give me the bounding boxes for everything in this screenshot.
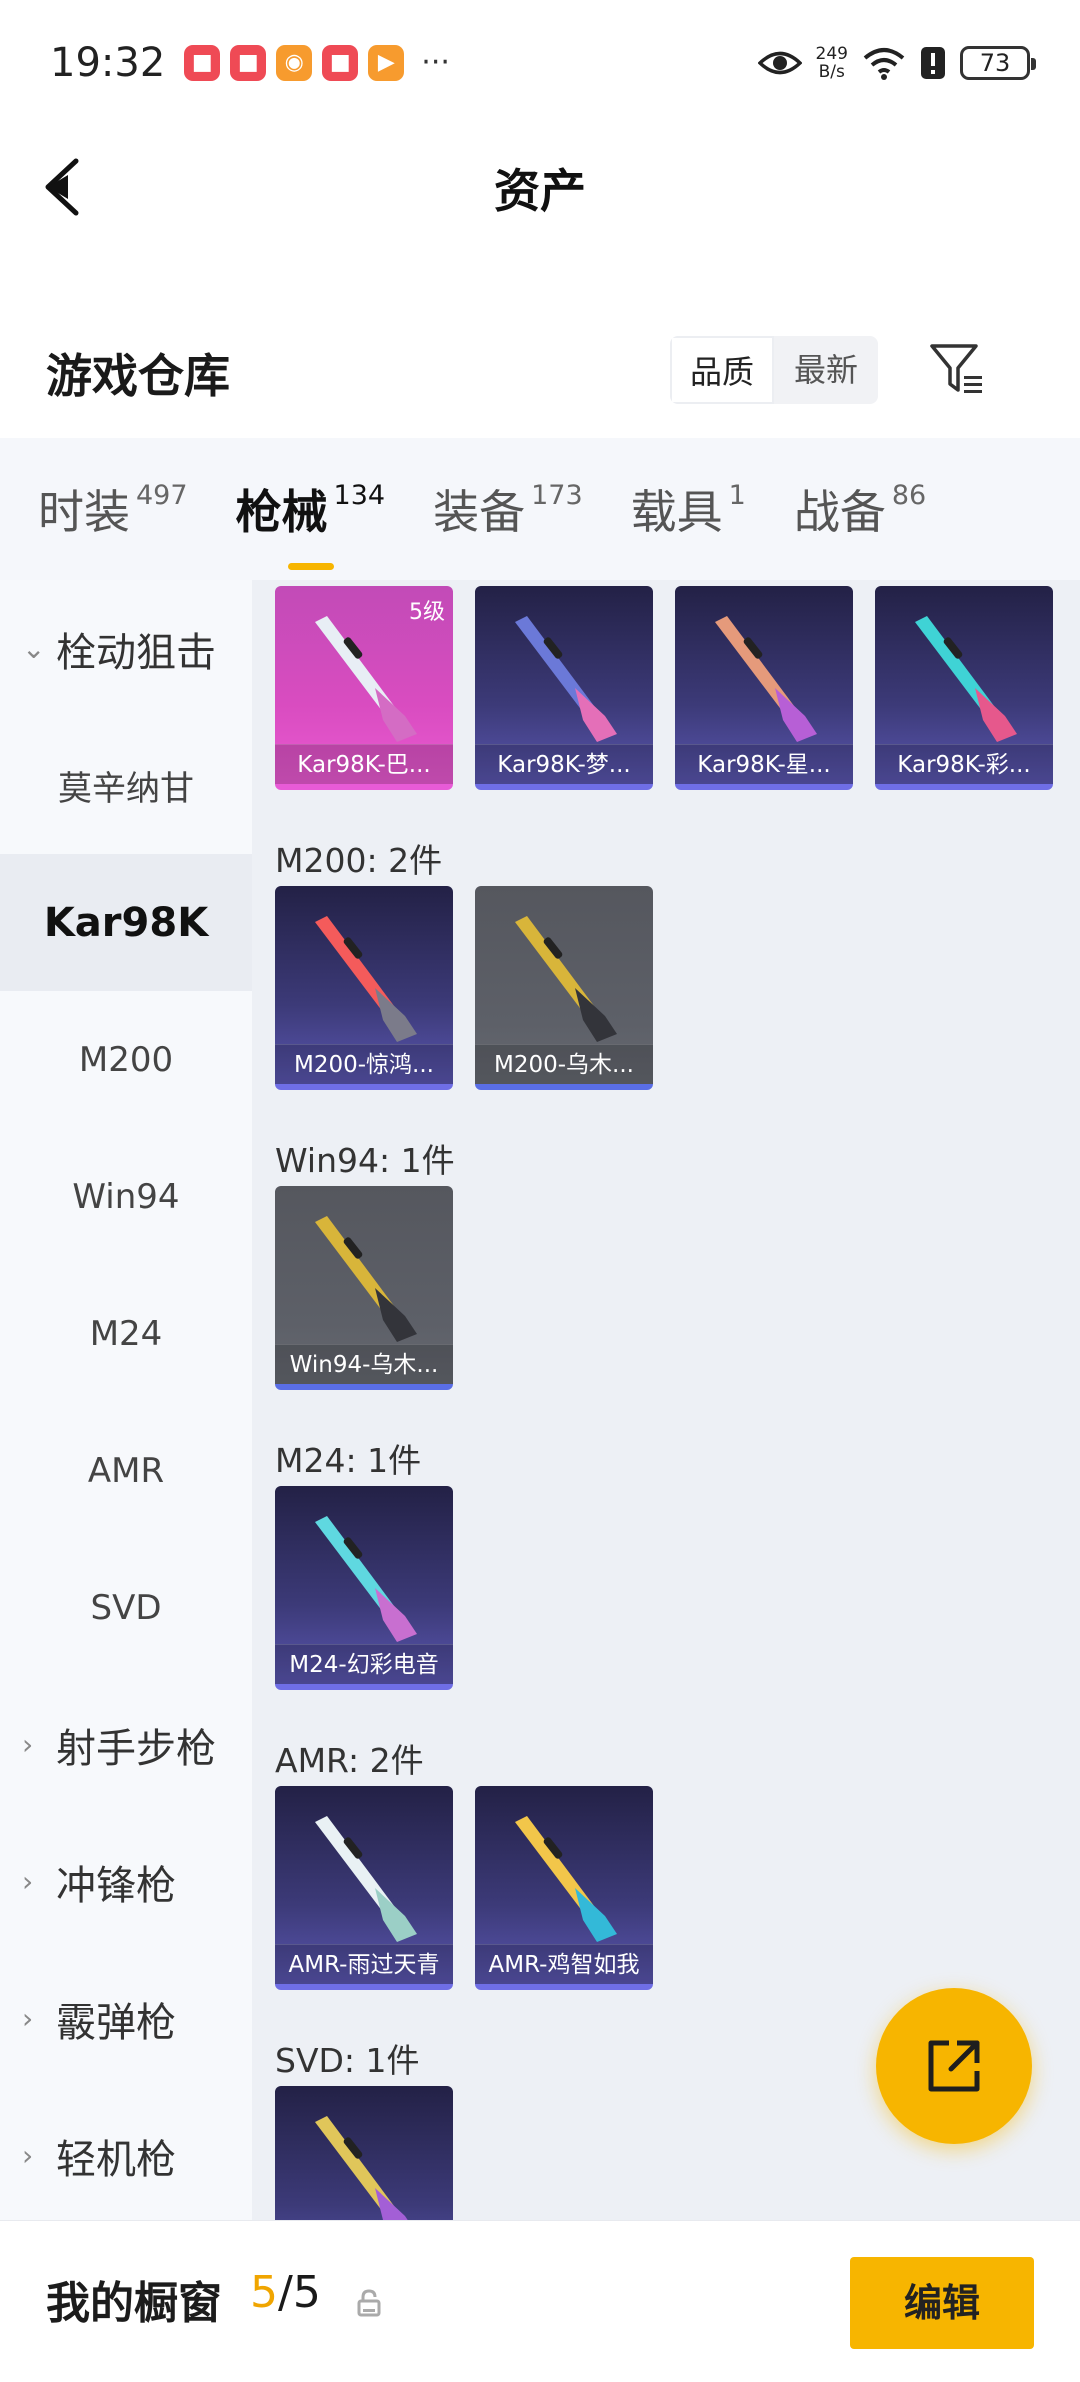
weapon-card-name: Kar98K-星... <box>675 744 853 784</box>
group-label: Win94: 1件 <box>275 1141 455 1180</box>
group-label: SVD: 1件 <box>275 2041 420 2080</box>
weapon-card-name: M24-幻彩电音 <box>275 1644 453 1684</box>
subnav-item-mosin[interactable]: 莫辛纳甘 <box>0 717 252 854</box>
subnav-item-kar98k[interactable]: Kar98K <box>0 854 252 991</box>
warehouse-header: 游戏仓库 <box>0 310 1080 430</box>
weapon-card-name: Kar98K-彩... <box>875 744 1053 784</box>
network-speed: 249 B/s <box>815 43 848 82</box>
status-bar: 19:32 ■ ■ ◉ ■ ▶ ··· 249 B/s 73 <box>0 0 1080 125</box>
weapon-card-name: AMR-鸡智如我 <box>475 1944 653 1984</box>
lock-icon <box>357 2289 381 2317</box>
rifle-icon <box>915 616 1017 742</box>
weapon-card[interactable]: M24-幻彩电音 <box>275 1486 453 1690</box>
status-time: 19:32 <box>50 39 166 86</box>
subnav-group-smg[interactable]: › 冲锋枪 <box>0 1813 252 1950</box>
section-title: 游戏仓库 <box>46 349 230 403</box>
more-notifications-icon: ··· <box>421 45 450 80</box>
subnav-group-bolt-action[interactable]: ⌄ 栓动狙击 <box>0 580 252 717</box>
rifle-icon <box>515 616 617 742</box>
rifle-icon <box>315 1816 417 1942</box>
sort-option-latest[interactable]: 最新 <box>774 336 878 404</box>
play-app-icon: ▶ <box>368 44 405 81</box>
filter-icon[interactable] <box>928 340 988 400</box>
weapon-type-nav: ⌄ 栓动狙击 莫辛纳甘 Kar98K M200 Win94 M24 AMR SVD… <box>0 580 252 2220</box>
shopping-app-icon: ■ <box>230 44 267 81</box>
group-label: M24: 1件 <box>275 1441 422 1480</box>
weapon-card-name: M200-乌木... <box>475 1044 653 1084</box>
weapon-card-name: AMR-雨过天青 <box>275 1944 453 1984</box>
chevron-right-icon: › <box>22 1728 34 1761</box>
rifle-icon <box>715 616 817 742</box>
edit-button[interactable]: 编辑 <box>850 2257 1034 2349</box>
weapon-card[interactable]: Win94-乌木... <box>275 1186 453 1390</box>
weapon-card[interactable]: Kar98K-彩... <box>875 586 1053 790</box>
weapon-card[interactable]: Kar98K-梦... <box>475 586 653 790</box>
alert-icon <box>921 46 945 79</box>
tab-guns[interactable]: 枪械 134 <box>236 476 385 570</box>
weapon-card[interactable]: 5级 Kar98K-巴... <box>275 586 453 790</box>
rifle-icon <box>315 916 417 1042</box>
rifle-icon <box>315 2116 408 2220</box>
weapon-card[interactable]: M200-惊鸿... <box>275 886 453 1090</box>
weapon-card-name: Win94-乌木... <box>275 1344 453 1384</box>
weapon-card[interactable]: AMR-雨过天青 <box>275 1786 453 1990</box>
subnav-item-m24[interactable]: M24 <box>0 1265 252 1402</box>
battery-icon: 73 <box>960 45 1036 80</box>
chevron-down-icon: ⌄ <box>22 632 46 665</box>
rifle-icon <box>315 616 417 742</box>
chevron-right-icon: › <box>22 2139 34 2172</box>
showcase-count: 5/5 <box>250 2267 321 2318</box>
weapon-card[interactable]: AMR-鸡智如我 <box>475 1786 653 1990</box>
showcase-title: 我的橱窗 <box>46 2278 222 2329</box>
rifle-icon <box>315 1516 417 1642</box>
top-nav-bar: 资产 <box>0 125 1080 250</box>
rifle-icon <box>515 916 617 1042</box>
sort-option-quality[interactable]: 品质 <box>670 336 774 404</box>
group-label: M200: 2件 <box>275 841 443 880</box>
weapon-card[interactable]: M200-乌木... <box>475 886 653 1090</box>
game-controller-icon: ◉ <box>276 44 313 81</box>
subnav-group-marksman[interactable]: › 射手步枪 <box>0 1676 252 1813</box>
subnav-group-lmg[interactable]: › 轻机枪 <box>0 2087 252 2224</box>
back-arrow-icon[interactable] <box>40 155 90 219</box>
weapon-card[interactable] <box>275 2086 453 2220</box>
subnav-group-shotgun[interactable]: › 霰弹枪 <box>0 1950 252 2087</box>
subnav-item-amr[interactable]: AMR <box>0 1402 252 1539</box>
tab-supplies[interactable]: 战备 86 <box>794 476 926 542</box>
share-button[interactable] <box>876 1988 1032 2144</box>
chevron-right-icon: › <box>22 1865 34 1898</box>
chevron-right-icon: › <box>22 2002 34 2035</box>
subnav-item-svd[interactable]: SVD <box>0 1539 252 1676</box>
share-external-icon <box>928 2040 980 2092</box>
category-tabs: 时装 497 枪械 134 装备 173 载具 1 战备 86 <box>0 438 1080 580</box>
tab-fashion[interactable]: 时装 497 <box>38 476 188 542</box>
tab-equipment[interactable]: 装备 173 <box>433 476 583 542</box>
subnav-item-win94[interactable]: Win94 <box>0 1128 252 1265</box>
tab-vehicles[interactable]: 载具 1 <box>631 476 746 542</box>
subnav-item-m200[interactable]: M200 <box>0 991 252 1128</box>
sort-toggle: 品质 最新 <box>670 336 878 404</box>
weapon-card[interactable]: Kar98K-星... <box>675 586 853 790</box>
rifle-icon <box>315 1216 417 1342</box>
showcase-bar: 我的橱窗 5/5 编辑 <box>0 2220 1080 2382</box>
weapon-grid: 5级 Kar98K-巴... Kar98K-梦... Kar98K-星... Kar98… <box>252 580 1080 2220</box>
active-tab-indicator <box>287 563 334 570</box>
weapon-card-name: M200-惊鸿... <box>275 1044 453 1084</box>
page-title: 资产 <box>494 163 586 218</box>
rifle-icon <box>515 1816 617 1942</box>
weapon-card-name: Kar98K-梦... <box>475 744 653 784</box>
shopping-app-icon: ■ <box>184 44 221 81</box>
eye-icon <box>757 51 802 74</box>
level-badge: 5级 <box>409 600 445 625</box>
weapon-card-name: Kar98K-巴... <box>275 744 453 784</box>
wifi-icon <box>863 47 905 80</box>
shopping-app-icon: ■ <box>322 44 359 81</box>
group-label: AMR: 2件 <box>275 1741 424 1780</box>
